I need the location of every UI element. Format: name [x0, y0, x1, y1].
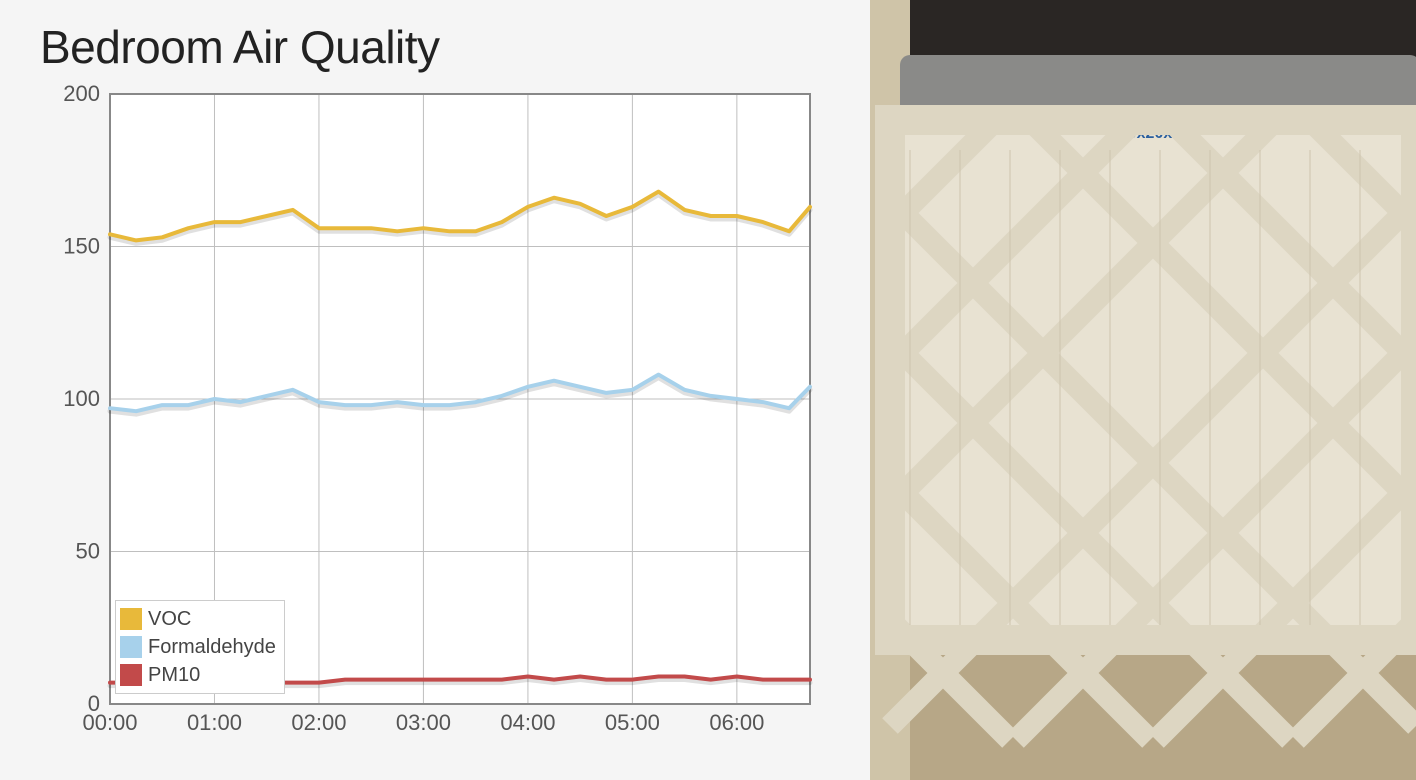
- legend-swatch-form: [120, 636, 142, 658]
- svg-text:50: 50: [76, 539, 100, 564]
- photo-panel: 20x20x1: [870, 0, 1416, 780]
- legend-label-form: Formaldehyde: [148, 633, 276, 661]
- svg-text:06:00: 06:00: [709, 710, 764, 735]
- svg-text:100: 100: [63, 386, 100, 411]
- svg-text:03:00: 03:00: [396, 710, 451, 735]
- svg-text:00:00: 00:00: [82, 710, 137, 735]
- svg-text:150: 150: [63, 234, 100, 259]
- air-filter-photo: 20x20x1: [870, 0, 1416, 780]
- legend-label-voc: VOC: [148, 605, 191, 633]
- legend-swatch-voc: [120, 608, 142, 630]
- chart-holder: 05010015020000:0001:0002:0003:0004:0005:…: [40, 84, 820, 744]
- page-root: Bedroom Air Quality 05010015020000:0001:…: [0, 0, 1416, 780]
- legend-row-form: Formaldehyde: [120, 633, 276, 661]
- svg-text:04:00: 04:00: [500, 710, 555, 735]
- svg-text:200: 200: [63, 84, 100, 106]
- legend-row-pm10: PM10: [120, 661, 276, 689]
- legend-swatch-pm10: [120, 664, 142, 686]
- chart-title: Bedroom Air Quality: [40, 20, 840, 74]
- legend-label-pm10: PM10: [148, 661, 200, 689]
- svg-text:02:00: 02:00: [291, 710, 346, 735]
- chart-panel: Bedroom Air Quality 05010015020000:0001:…: [0, 0, 870, 780]
- chart-legend: VOC Formaldehyde PM10: [115, 600, 285, 694]
- svg-text:01:00: 01:00: [187, 710, 242, 735]
- svg-text:05:00: 05:00: [605, 710, 660, 735]
- legend-row-voc: VOC: [120, 605, 276, 633]
